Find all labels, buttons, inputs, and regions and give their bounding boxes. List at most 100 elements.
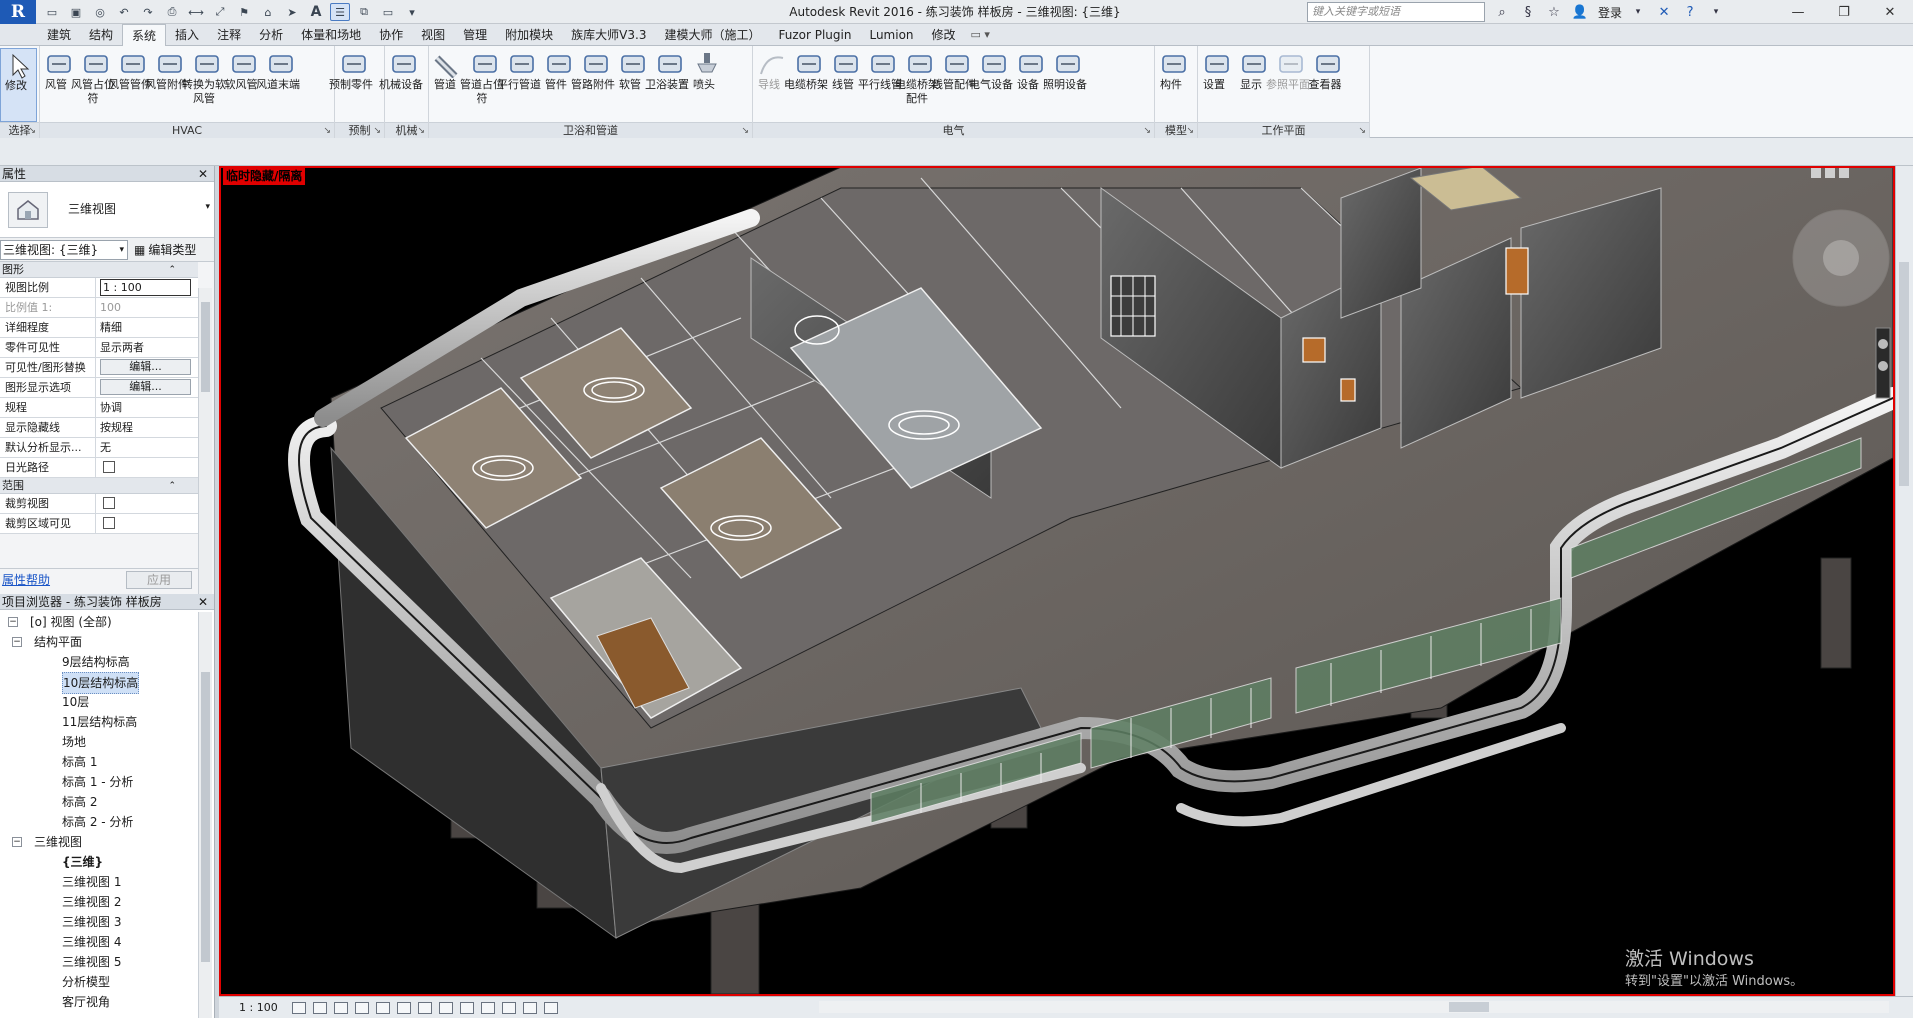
view-scale[interactable]: 1 : 100 — [239, 1001, 278, 1014]
close-icon[interactable]: ✕ — [198, 594, 208, 610]
measure-icon[interactable]: ⟷ — [186, 3, 206, 21]
tab-14[interactable]: Lumion — [860, 24, 922, 46]
dialog-launcher-icon[interactable]: ↘ — [741, 123, 749, 139]
dialog-launcher-icon[interactable]: ↘ — [28, 123, 36, 139]
ribbon-minimize-toggle[interactable]: ▭ ▾ — [965, 24, 996, 46]
browser-tree-node[interactable]: 标高 2 — [0, 792, 198, 812]
crop-view-icon[interactable] — [396, 1001, 411, 1014]
tab-13[interactable]: Fuzor Plugin — [769, 24, 860, 46]
favorites-star-icon[interactable]: ☆ — [1544, 2, 1564, 22]
browser-tree-node[interactable]: 三维视图 1 — [0, 872, 198, 892]
help-icon[interactable]: ? — [1680, 2, 1700, 22]
tag-icon[interactable]: ⚑ — [234, 3, 254, 21]
lock-3d-view-icon[interactable] — [438, 1001, 453, 1014]
browser-tree-node[interactable]: − 三维视图 — [0, 832, 198, 852]
dialog-launcher-icon[interactable]: ↘ — [1186, 123, 1194, 139]
viewer-button[interactable]: 查看器 — [1309, 48, 1346, 122]
dialog-launcher-icon[interactable]: ↘ — [417, 123, 425, 139]
panel-title[interactable]: 模型 ↘ — [1155, 122, 1197, 138]
default-3d-view-icon[interactable]: ⌂ — [258, 3, 278, 21]
edit-type-button[interactable]: ▦ 编辑类型 — [134, 241, 196, 258]
property-value[interactable]: 显示两者 — [100, 341, 144, 354]
property-group-header[interactable]: 图形 ⌃ — [0, 262, 198, 278]
scroll-thumb[interactable] — [201, 302, 210, 392]
navigation-steering-wheel-icon[interactable] — [1792, 209, 1890, 307]
air-terminal-button[interactable]: 风道末端 — [256, 48, 300, 122]
browser-tree-node[interactable]: 10层结构标高 — [0, 672, 198, 694]
browser-tree-node[interactable]: 三维视图 2 — [0, 892, 198, 912]
sun-path-icon[interactable] — [333, 1001, 348, 1014]
property-value[interactable]: 100 — [100, 301, 121, 314]
panel-title[interactable]: 电气 ↘ — [753, 122, 1154, 138]
nav-bar[interactable] — [1875, 327, 1891, 399]
save-icon[interactable]: ▣ — [66, 3, 86, 21]
tab-10[interactable]: 附加模块 — [496, 24, 562, 46]
tab-8[interactable]: 视图 — [412, 24, 454, 46]
temporary-hide-icon[interactable] — [459, 1001, 474, 1014]
component-button[interactable]: 构件 — [1155, 48, 1192, 122]
property-value[interactable]: 协调 — [100, 401, 122, 414]
close-icon[interactable]: ✕ — [1867, 0, 1913, 24]
viewport-horizontal-scrollbar[interactable] — [819, 1001, 1889, 1013]
dialog-launcher-icon[interactable]: ↘ — [1143, 123, 1151, 139]
sprinkler-button[interactable]: 喷头 — [688, 48, 725, 122]
dialog-launcher-icon[interactable]: ↘ — [323, 123, 331, 139]
browser-tree-node[interactable]: 三维视图 4 — [0, 932, 198, 952]
property-value[interactable]: 无 — [100, 441, 111, 454]
modify-cursor-button[interactable]: 修改 — [0, 48, 37, 122]
type-selector[interactable]: 三维视图 ▾ — [0, 182, 214, 238]
print-icon[interactable]: ⎙ — [162, 3, 182, 21]
exchange-apps-icon[interactable]: ✕ — [1654, 2, 1674, 22]
open-icon[interactable]: ▭ — [42, 3, 62, 21]
search-binoculars-icon[interactable]: ⌕ — [1492, 2, 1512, 22]
browser-tree-node[interactable]: 客厅视角 — [0, 992, 198, 1012]
browser-tree-node[interactable]: 三维视图 3 — [0, 912, 198, 932]
dialog-launcher-icon[interactable]: ↘ — [373, 123, 381, 139]
panel-title[interactable]: 机械 ↘ — [385, 122, 428, 138]
reveal-hidden-icon[interactable] — [480, 1001, 495, 1014]
tab-4[interactable]: 注释 — [208, 24, 250, 46]
fabrication-part-button[interactable]: 预制零件 — [329, 48, 373, 122]
properties-help-link[interactable]: 属性帮助 — [2, 573, 50, 587]
browser-tree-node[interactable]: 标高 1 - 分析 — [0, 772, 198, 792]
panel-title[interactable]: 选择 ↘ — [0, 122, 39, 138]
property-checkbox[interactable] — [103, 461, 115, 473]
view-instance-dropdown[interactable]: 三维视图: {三维} ▾ — [0, 239, 128, 260]
redo-icon[interactable]: ↷ — [138, 3, 158, 21]
tab-5[interactable]: 分析 — [250, 24, 292, 46]
browser-tree-node[interactable]: 场地 — [0, 732, 198, 752]
help-dropdown-icon[interactable]: ▾ — [1706, 2, 1726, 22]
minimize-icon[interactable]: — — [1775, 0, 1821, 24]
section-icon[interactable]: ➤ — [282, 3, 302, 21]
viewport-vertical-scrollbar[interactable] — [1895, 166, 1913, 996]
property-checkbox[interactable] — [103, 497, 115, 509]
dimension-icon[interactable]: ⤢ — [210, 3, 230, 21]
tab-1[interactable]: 结构 — [80, 24, 122, 46]
shadows-icon[interactable] — [354, 1001, 369, 1014]
browser-tree-node[interactable]: 标高 2 - 分析 — [0, 812, 198, 832]
property-value-input[interactable]: 1 : 100 — [100, 279, 191, 296]
browser-tree-node[interactable]: − [o] 视图 (全部) — [0, 612, 198, 632]
user-icon[interactable]: 👤 — [1570, 2, 1590, 22]
close-icon[interactable]: ✕ — [198, 166, 208, 182]
tab-3[interactable]: 插入 — [166, 24, 208, 46]
apply-button[interactable]: 应用 — [126, 571, 192, 589]
lighting-fixture-button[interactable]: 照明设备 — [1043, 48, 1087, 122]
browser-scrollbar[interactable] — [198, 612, 212, 1018]
property-group-header[interactable]: 范围 ⌃ — [0, 478, 198, 494]
highlight-displacement-icon[interactable] — [522, 1001, 537, 1014]
tab-15[interactable]: 修改 — [923, 24, 965, 46]
text-icon[interactable]: A — [306, 3, 326, 21]
browser-tree-node[interactable]: {三维} — [0, 852, 198, 872]
visual-style-icon[interactable] — [312, 1001, 327, 1014]
browser-tree-node[interactable]: 11层结构标高 — [0, 712, 198, 732]
tree-collapse-icon[interactable]: − — [12, 637, 22, 647]
mechanical-equipment-button[interactable]: 机械设备 — [379, 48, 423, 122]
tab-6[interactable]: 体量和场地 — [292, 24, 370, 46]
sign-in-link[interactable]: 登录 — [1598, 4, 1622, 21]
panel-title[interactable]: HVAC ↘ — [40, 122, 334, 138]
panel-title[interactable]: 工作平面 ↘ — [1198, 122, 1369, 138]
customize-qat-icon[interactable]: ▾ — [402, 3, 422, 21]
search-input[interactable]: 键入关键字或短语 — [1307, 2, 1485, 22]
browser-tree-node[interactable]: 标高 1 — [0, 752, 198, 772]
